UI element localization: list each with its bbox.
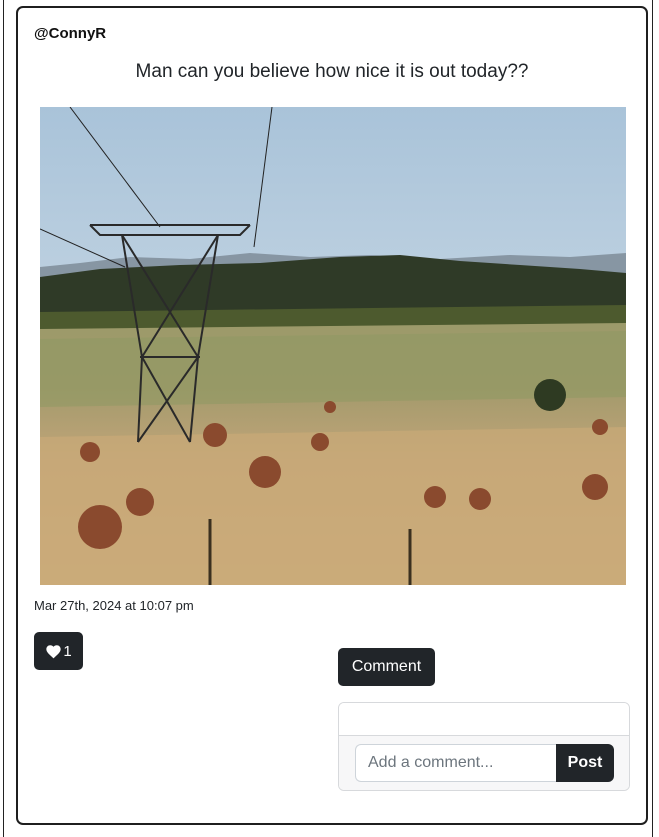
- post-text: Man can you believe how nice it is out t…: [135, 61, 529, 82]
- post-username[interactable]: @ConnyR: [34, 25, 106, 42]
- comment-button[interactable]: Comment: [338, 648, 435, 686]
- post-comment-button[interactable]: Post: [556, 744, 614, 782]
- post-photo: [40, 107, 626, 585]
- comment-input[interactable]: [355, 744, 556, 782]
- comment-form: Post: [339, 736, 629, 790]
- post-card: @ConnyR Man can you believe how nice it …: [16, 6, 648, 825]
- like-button[interactable]: 1: [34, 632, 83, 670]
- comment-list: [339, 703, 629, 736]
- heart-icon: [46, 644, 61, 658]
- comment-panel: Post: [338, 702, 630, 791]
- post-timestamp: Mar 27th, 2024 at 10:07 pm: [34, 598, 194, 613]
- like-count: 1: [63, 642, 72, 660]
